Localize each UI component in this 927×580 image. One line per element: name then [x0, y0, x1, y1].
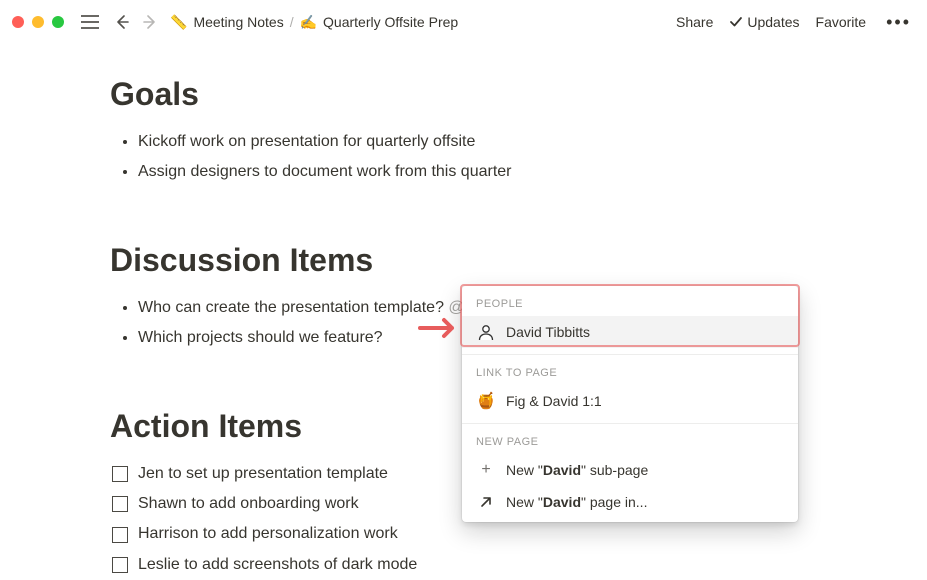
- goals-list: Kickoff work on presentation for quarter…: [110, 127, 817, 188]
- topbar: 📏 Meeting Notes / ✍️ Quarterly Offsite P…: [0, 0, 927, 44]
- checkbox[interactable]: [112, 557, 128, 573]
- list-item[interactable]: Assign designers to document work from t…: [138, 157, 817, 187]
- favorite-button[interactable]: Favorite: [816, 14, 867, 30]
- more-menu-button[interactable]: •••: [882, 12, 915, 33]
- todo-item[interactable]: Harrison to add personalization work: [110, 519, 817, 549]
- topbar-actions: Share Updates Favorite •••: [676, 12, 915, 33]
- mention-popup: PEOPLE David Tibbitts LINK TO PAGE 🍯 Fig…: [462, 286, 798, 522]
- popup-section-new: NEW PAGE: [462, 424, 798, 454]
- todo-item[interactable]: Leslie to add screenshots of dark mode: [110, 550, 817, 580]
- checkbox[interactable]: [112, 496, 128, 512]
- popup-person-name: David Tibbitts: [506, 324, 590, 340]
- window-close-button[interactable]: [12, 16, 24, 28]
- updates-button[interactable]: Updates: [729, 14, 799, 30]
- updates-label: Updates: [747, 14, 799, 30]
- heading-discussion[interactable]: Discussion Items: [110, 242, 817, 279]
- nav-back-button[interactable]: [110, 10, 134, 34]
- breadcrumb: 📏 Meeting Notes / ✍️ Quarterly Offsite P…: [170, 14, 458, 31]
- arrow-up-right-icon: [476, 492, 496, 512]
- popup-section-link: LINK TO PAGE: [462, 355, 798, 385]
- breadcrumb-parent-icon: 📏: [170, 14, 187, 31]
- popup-new-subpage-option[interactable]: + New "David" sub-page: [462, 454, 798, 486]
- breadcrumb-separator: /: [290, 14, 294, 30]
- checkbox[interactable]: [112, 466, 128, 482]
- nav-forward-button[interactable]: [138, 10, 162, 34]
- discussion-item-text: Who can create the presentation template…: [138, 299, 448, 316]
- heading-goals[interactable]: Goals: [110, 76, 817, 113]
- breadcrumb-parent[interactable]: Meeting Notes: [193, 14, 283, 30]
- todo-text: Harrison to add personalization work: [138, 519, 398, 549]
- window-maximize-button[interactable]: [52, 16, 64, 28]
- plus-icon: +: [476, 460, 496, 480]
- window-controls: [12, 16, 64, 28]
- page-emoji-icon: 🍯: [476, 391, 496, 411]
- checkmark-icon: [729, 15, 743, 29]
- todo-text: Shawn to add onboarding work: [138, 489, 359, 519]
- popup-new-page-in-label: New "David" page in...: [506, 494, 647, 510]
- popup-new-page-in-option[interactable]: New "David" page in...: [462, 486, 798, 522]
- todo-text: Jen to set up presentation template: [138, 459, 388, 489]
- breadcrumb-current-icon: ✍️: [300, 14, 317, 31]
- popup-page-name: Fig & David 1:1: [506, 393, 602, 409]
- sidebar-toggle-button[interactable]: [78, 10, 102, 34]
- popup-section-people: PEOPLE: [462, 286, 798, 316]
- popup-page-option[interactable]: 🍯 Fig & David 1:1: [462, 385, 798, 417]
- share-button[interactable]: Share: [676, 14, 713, 30]
- window-minimize-button[interactable]: [32, 16, 44, 28]
- nav-arrows: [110, 10, 162, 34]
- list-item[interactable]: Kickoff work on presentation for quarter…: [138, 127, 817, 157]
- person-avatar-icon: [476, 322, 496, 342]
- todo-text: Leslie to add screenshots of dark mode: [138, 550, 417, 580]
- popup-new-subpage-label: New "David" sub-page: [506, 462, 648, 478]
- checkbox[interactable]: [112, 527, 128, 543]
- breadcrumb-current[interactable]: Quarterly Offsite Prep: [323, 14, 458, 30]
- popup-person-option[interactable]: David Tibbitts: [462, 316, 798, 348]
